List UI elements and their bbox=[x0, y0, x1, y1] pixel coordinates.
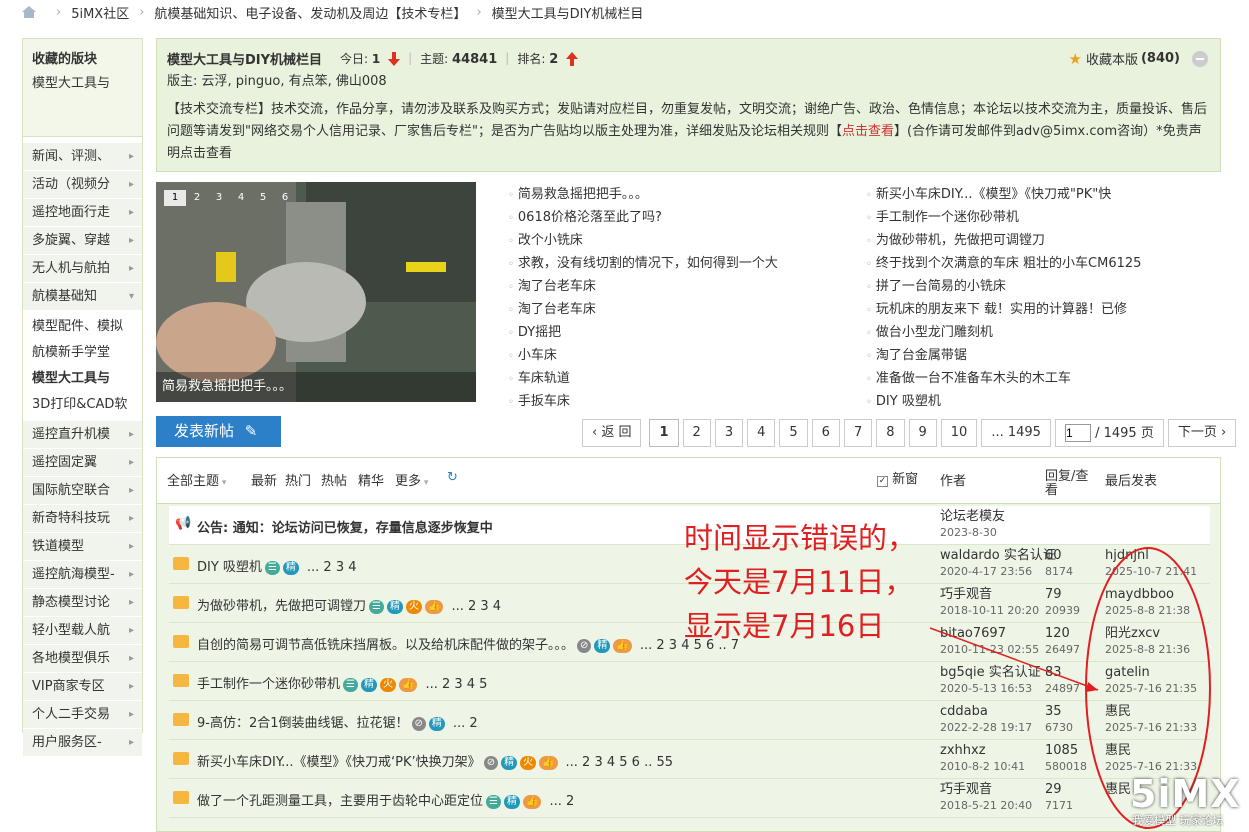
annotation-overlay bbox=[929, 547, 1211, 829]
watermark-logo: 5iMX bbox=[1130, 772, 1241, 816]
annotation-arrow-line bbox=[929, 627, 1099, 691]
watermark-text: 我爱模型 玩家论坛 bbox=[1132, 814, 1224, 827]
annotation-arrowhead bbox=[1086, 682, 1098, 692]
